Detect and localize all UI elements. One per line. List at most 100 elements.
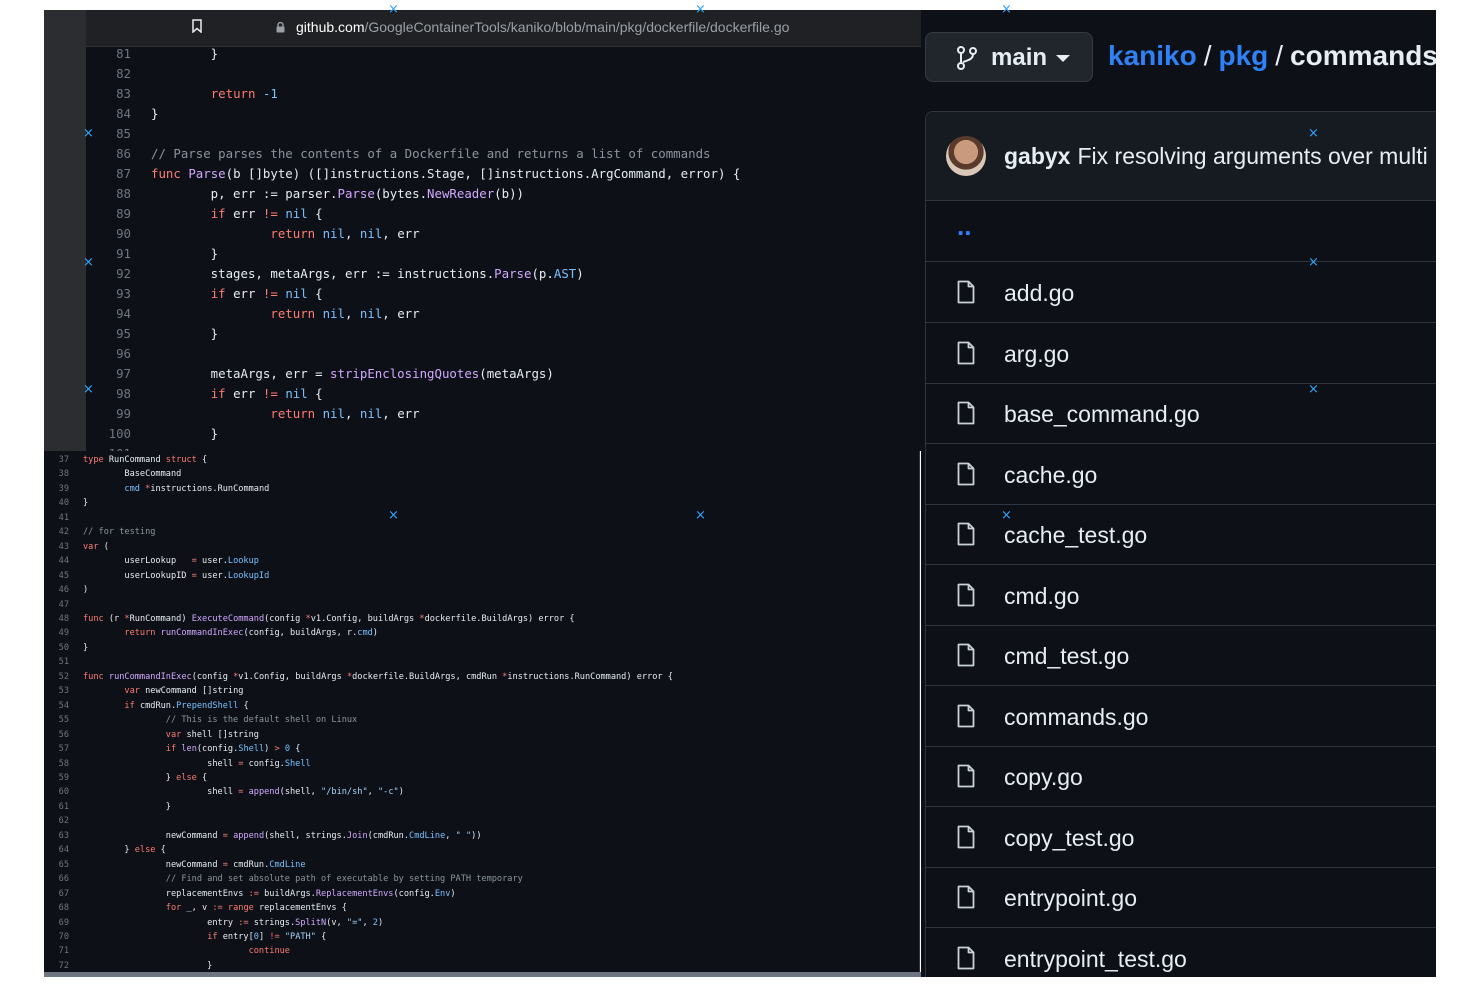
code-token: func xyxy=(83,671,104,682)
line-number: 59 xyxy=(58,772,69,783)
parent-directory-link[interactable]: .. xyxy=(957,211,971,242)
file-name-link[interactable]: copy.go xyxy=(1004,764,1083,791)
code-token: instructions.RunCommand) error { xyxy=(507,671,673,682)
code-token: , xyxy=(367,787,378,798)
code-token: dockerfile.BuildArgs) error { xyxy=(424,613,575,624)
code-line: 99 return nil, nil, err xyxy=(86,404,740,424)
code-token: nil xyxy=(322,306,345,321)
code-token: := xyxy=(238,917,249,928)
code-line: 38 BaseCommand xyxy=(44,467,673,481)
browser-address-bar[interactable]: github.com/GoogleContainerTools/kaniko/b… xyxy=(86,10,921,47)
file-name-link[interactable]: cache.go xyxy=(1004,462,1097,489)
file-name-link[interactable]: cmd_test.go xyxy=(1004,643,1129,670)
code-line: 52 func runCommandInExec(config *v1.Confi… xyxy=(44,670,673,684)
code-line: 93 if err != nil { xyxy=(86,284,740,304)
code-token: entry xyxy=(83,917,239,928)
line-number: 47 xyxy=(58,599,69,610)
code-token: ExecuteCommand xyxy=(191,613,265,624)
breadcrumb-link[interactable]: pkg xyxy=(1218,40,1268,71)
parent-directory-row[interactable]: .. xyxy=(926,201,1436,262)
code-token: , err xyxy=(382,226,420,241)
code-line: 91 } xyxy=(86,244,740,264)
file-row[interactable]: copy.go xyxy=(926,746,1436,807)
code-token: { xyxy=(307,286,323,301)
code-line: 92 stages, metaArgs, err := instructions… xyxy=(86,264,740,284)
code-line: 65 newCommand = cmdRun.CmdLine xyxy=(44,858,673,872)
line-number: 49 xyxy=(58,628,69,639)
file-row[interactable]: entrypoint_test.go xyxy=(926,928,1436,978)
file-name-link[interactable]: copy_test.go xyxy=(1004,825,1134,852)
code-token: } xyxy=(83,845,135,856)
code-token: struct xyxy=(165,455,197,465)
code-token: (config. xyxy=(196,744,239,755)
code-line: 41 xyxy=(44,511,673,525)
code-token: var xyxy=(83,541,99,552)
code-line: 90 return nil, nil, err xyxy=(86,224,740,244)
code-token: (p. xyxy=(531,266,554,281)
code-line: 96 xyxy=(86,344,740,364)
file-name-link[interactable]: entrypoint_test.go xyxy=(1004,946,1187,973)
url-text[interactable]: github.com/GoogleContainerTools/kaniko/b… xyxy=(296,19,789,35)
file-row[interactable]: cmd_test.go xyxy=(926,625,1436,686)
file-name-link[interactable]: cache_test.go xyxy=(1004,522,1147,549)
cross-marker-icon: × xyxy=(695,2,706,17)
code-token: len xyxy=(181,744,197,755)
file-row[interactable]: cache.go xyxy=(926,444,1436,505)
file-name-link[interactable]: arg.go xyxy=(1004,341,1069,368)
commit-message[interactable]: Fix resolving arguments over multi xyxy=(1077,143,1427,169)
code-token: } xyxy=(151,246,219,261)
file-name-link[interactable]: entrypoint.go xyxy=(1004,885,1137,912)
bottom-code-editor: 37 type RunCommand struct {38 BaseCommand… xyxy=(44,451,920,974)
code-token: cmdRun. xyxy=(227,859,270,870)
code-token: shell xyxy=(83,787,239,798)
code-token: stripEnclosingQuotes xyxy=(330,366,480,381)
file-name-link[interactable]: cmd.go xyxy=(1004,583,1079,610)
file-row[interactable]: cmd.go xyxy=(926,565,1436,626)
file-name-link[interactable]: commands.go xyxy=(1004,704,1148,731)
file-icon xyxy=(957,946,975,969)
cross-marker-icon: × xyxy=(1308,255,1319,270)
breadcrumb-link[interactable]: kaniko xyxy=(1108,40,1197,71)
horizontal-scrollbar[interactable] xyxy=(44,972,921,977)
file-name-link[interactable]: base_command.go xyxy=(1004,401,1200,428)
code-token: return xyxy=(270,306,316,321)
code-token: (bytes. xyxy=(374,186,428,201)
code-token: nil xyxy=(285,286,308,301)
code-line: 60 shell = append(shell, "/bin/sh", "-c"… xyxy=(44,785,673,799)
code-token: "/bin/sh" xyxy=(321,787,368,798)
code-token: func xyxy=(151,166,181,181)
avatar[interactable] xyxy=(946,136,986,176)
code-token: } xyxy=(151,326,219,341)
code-token: metaArgs, err = xyxy=(151,366,331,381)
code-token: { xyxy=(290,744,301,755)
commit-summary[interactable]: gabyx Fix resolving arguments over multi xyxy=(1004,143,1428,170)
code-line: 66 // Find and set absolute path of exec… xyxy=(44,872,673,886)
code-token: } xyxy=(151,106,159,121)
file-row[interactable]: arg.go xyxy=(926,323,1436,384)
code-token: , xyxy=(445,830,456,841)
code-token: return xyxy=(210,86,256,101)
url-host: github.com xyxy=(296,19,365,35)
code-token: , xyxy=(344,226,360,241)
file-row[interactable]: add.go xyxy=(926,262,1436,323)
file-name-link[interactable]: add.go xyxy=(1004,280,1074,307)
bookmark-icon[interactable] xyxy=(192,19,202,33)
code-token: PrependShell xyxy=(176,700,239,711)
file-row[interactable]: copy_test.go xyxy=(926,807,1436,868)
line-number: 43 xyxy=(58,541,69,552)
commit-author[interactable]: gabyx xyxy=(1004,143,1070,169)
branch-selector-button[interactable]: main xyxy=(925,32,1093,82)
file-row[interactable]: entrypoint.go xyxy=(926,867,1436,928)
code-token: p, err := parser. xyxy=(151,186,338,201)
code-token: shell xyxy=(83,758,239,769)
code-line: 47 xyxy=(44,598,673,612)
file-row[interactable]: base_command.go xyxy=(926,383,1436,444)
code-token: (shell, strings. xyxy=(264,830,347,841)
code-line: 42 // for testing xyxy=(44,525,673,539)
code-token: for xyxy=(165,903,182,914)
file-row[interactable]: commands.go xyxy=(926,686,1436,747)
